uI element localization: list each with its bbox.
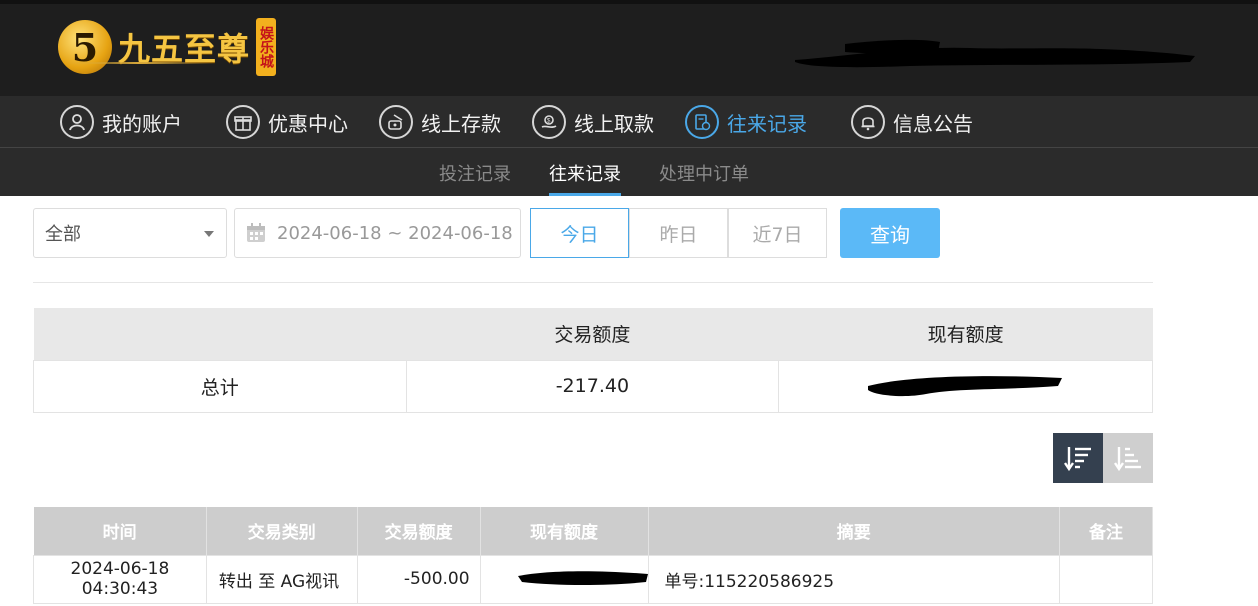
gift-icon [226, 105, 260, 139]
cell-amount: -500.00 [356, 554, 481, 604]
nav-label: 线上取款 [574, 111, 654, 136]
nav-item-promotions[interactable]: 优惠中心 [226, 104, 348, 140]
date-range-value: 2024-06-18 ~ 2024-06-18 [277, 222, 513, 244]
nav-item-announcements[interactable]: 信息公告 [851, 104, 973, 140]
nav-item-records[interactable]: 往来记录 [685, 104, 807, 140]
sort-asc-icon [1114, 447, 1141, 472]
calendar-icon [247, 223, 265, 242]
summary-total-amount: -217.40 [405, 359, 780, 413]
column-header-time[interactable]: 时间 [33, 507, 207, 555]
table-row: 2024-06-18 04:30:43 转出 至 AG视讯 -500.00 单号… [33, 554, 1153, 604]
nav-label: 线上存款 [421, 111, 501, 136]
nav-item-deposit[interactable]: 线上存款 [379, 104, 501, 140]
transaction-table: 时间 交易类别 交易额度 现有额度 摘要 备注 2024-06-18 04:30… [33, 507, 1153, 604]
summary-header-amount: 交易额度 [406, 308, 779, 360]
summary-header-blank [33, 308, 407, 360]
records-icon [685, 105, 719, 139]
range-today-button[interactable]: 今日 [530, 208, 629, 258]
nav-item-withdraw[interactable]: $ 线上取款 [532, 104, 654, 140]
tab-bet-records[interactable]: 投注记录 [439, 160, 511, 196]
deposit-icon [379, 105, 413, 139]
nav-label: 信息公告 [893, 111, 973, 136]
summary-table: 交易额度 现有额度 总计 -217.40 [33, 308, 1153, 413]
redacted-balance [517, 570, 648, 585]
date-range-input[interactable]: 2024-06-18 ~ 2024-06-18 [234, 208, 521, 258]
logo-badge: 5 [58, 20, 112, 74]
column-header-type[interactable]: 交易类别 [206, 507, 358, 555]
sort-descending-button[interactable] [1053, 433, 1103, 483]
cell-summary: 单号:115220586925 [647, 554, 1061, 604]
summary-total-label: 总计 [33, 359, 407, 413]
cell-time: 2024-06-18 04:30:43 [33, 554, 207, 604]
transaction-header-row: 时间 交易类别 交易额度 现有额度 摘要 备注 [33, 507, 1153, 555]
brand-stamp: 娱乐城 [256, 18, 277, 76]
column-header-balance[interactable]: 现有额度 [480, 507, 649, 555]
redacted-balance [867, 375, 1062, 396]
bell-icon [851, 105, 885, 139]
tab-pending-orders[interactable]: 处理中订单 [659, 160, 749, 196]
summary-total-balance [778, 359, 1153, 413]
cell-type: 转出 至 AG视讯 [205, 554, 358, 604]
chevron-down-icon [204, 231, 214, 237]
cell-note [1059, 554, 1153, 604]
nav-label: 我的账户 [102, 111, 182, 136]
sub-nav: 投注记录 往来记录 处理中订单 [0, 148, 1258, 196]
sort-desc-icon [1064, 447, 1091, 472]
logo-ornament [64, 62, 214, 64]
column-header-amount[interactable]: 交易额度 [357, 507, 481, 555]
nav-label: 优惠中心 [268, 111, 348, 136]
user-icon [60, 105, 94, 139]
redacted-user-info [795, 39, 1195, 68]
range-yesterday-button[interactable]: 昨日 [629, 208, 728, 258]
nav-label: 往来记录 [727, 111, 807, 136]
column-header-summary[interactable]: 摘要 [648, 507, 1061, 555]
summary-total-row: 总计 -217.40 [33, 359, 1153, 413]
column-header-note[interactable]: 备注 [1059, 507, 1153, 555]
query-button[interactable]: 查询 [840, 208, 940, 258]
cell-balance [479, 554, 649, 604]
nav-item-account[interactable]: 我的账户 [60, 104, 182, 140]
top-header: 5 九五至尊 娱乐城 [0, 0, 1258, 96]
brand-logo[interactable]: 5 九五至尊 娱乐城 [58, 18, 277, 76]
divider [33, 282, 1153, 283]
summary-header-row: 交易额度 现有额度 [33, 308, 1153, 360]
select-value: 全部 [45, 224, 81, 245]
withdraw-icon: $ [532, 105, 566, 139]
tab-transaction-records[interactable]: 往来记录 [549, 160, 621, 196]
sort-ascending-button[interactable] [1103, 433, 1153, 483]
summary-header-balance: 现有额度 [778, 308, 1153, 360]
main-nav: 我的账户 优惠中心 线上存款 $ 线上取款 往来记录 信息公告 [0, 96, 1258, 148]
transaction-type-select[interactable]: 全部 [33, 208, 227, 258]
range-7days-button[interactable]: 近7日 [728, 208, 827, 258]
